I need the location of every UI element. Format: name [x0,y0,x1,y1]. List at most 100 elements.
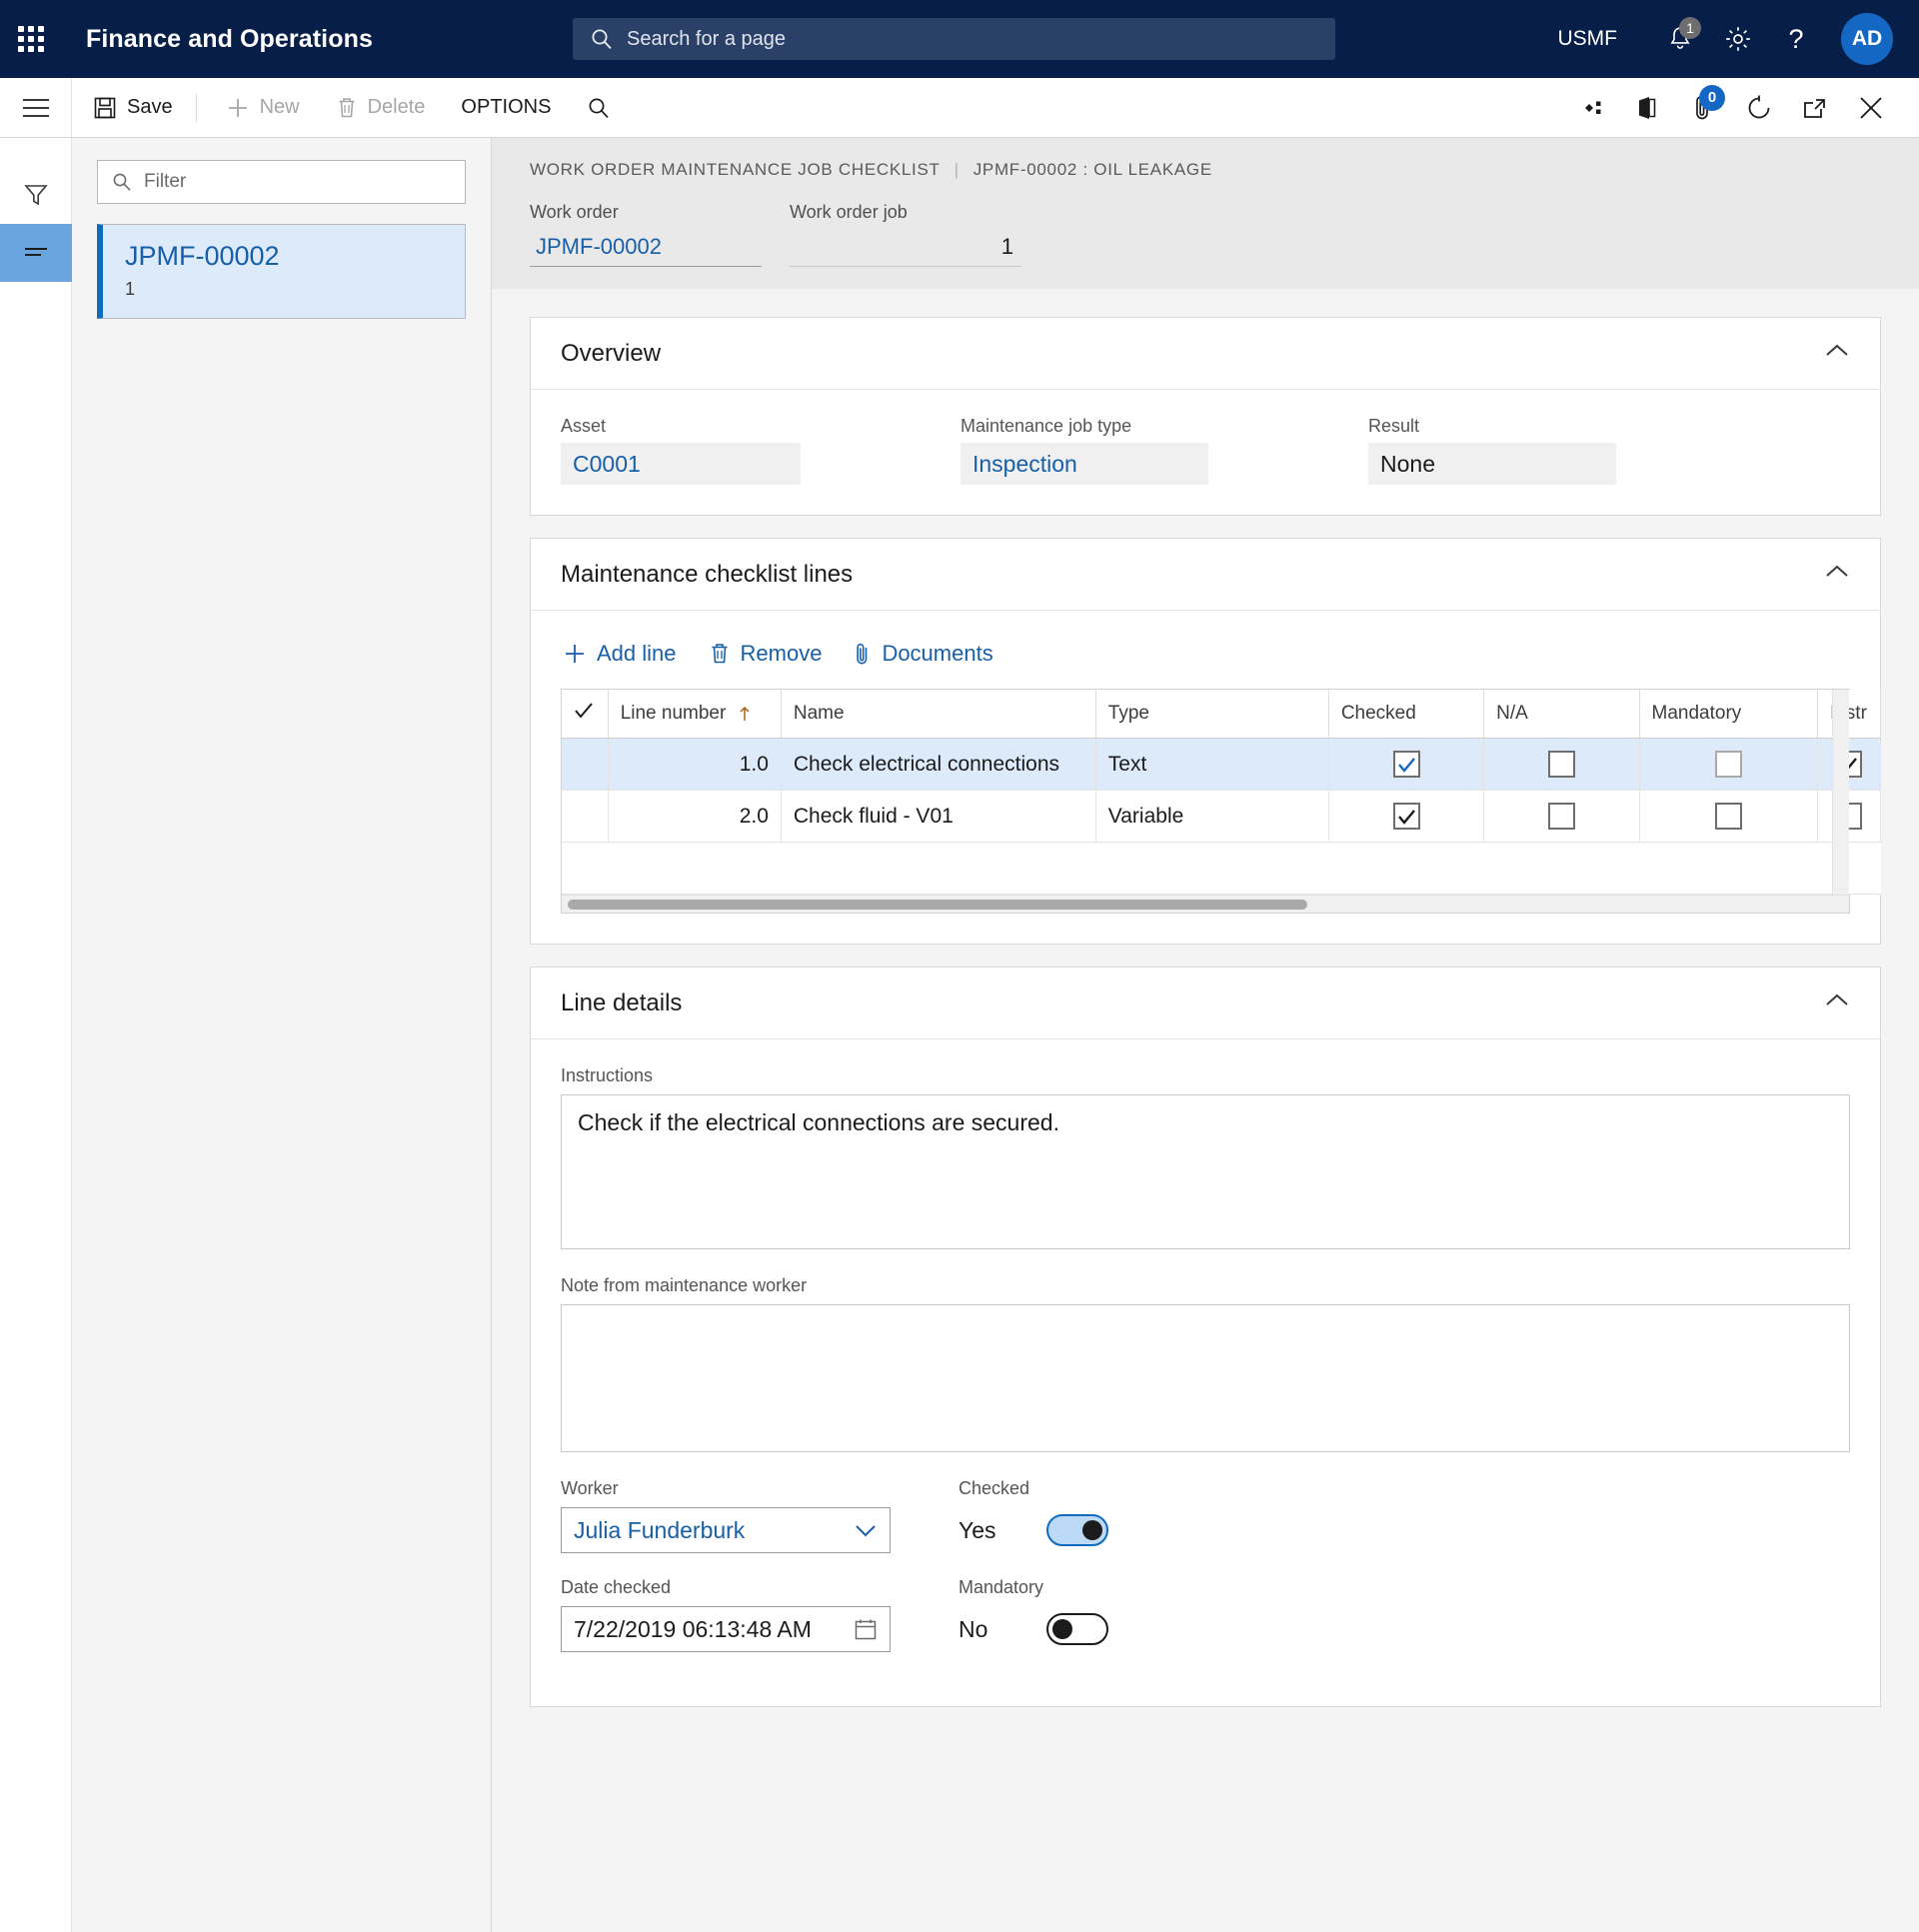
delete-button[interactable]: Delete [321,88,441,128]
cell-type[interactable]: Variable [1095,790,1329,843]
calendar-icon[interactable] [854,1617,878,1641]
column-header-mandatory[interactable]: Mandatory [1639,690,1818,739]
app-launcher-button[interactable] [0,26,62,52]
select-all-header[interactable] [562,690,609,739]
filter-input[interactable]: Filter [97,160,466,204]
add-line-label: Add line [597,641,677,666]
line-details-card-header[interactable]: Line details [531,967,1880,1039]
asset-label: Asset [561,416,607,436]
new-label: New [259,96,300,118]
instructions-textarea[interactable]: Check if the electrical connections are … [561,1094,1850,1249]
checked-checkbox[interactable] [1392,803,1420,830]
open-in-office-button[interactable] [1619,81,1675,135]
chevron-up-icon [1824,343,1850,364]
worker-dropdown[interactable]: Julia Funderburk [561,1507,891,1553]
note-textarea[interactable] [561,1304,1850,1452]
cell-mandatory[interactable] [1639,738,1818,791]
column-header-na[interactable]: N/A [1483,690,1640,739]
search-icon [113,173,131,191]
grid-horizontal-scrollbar[interactable] [562,895,1849,913]
cell-line-number[interactable]: 2.0 [608,790,782,843]
filter-pane-button[interactable] [0,166,72,224]
company-selector[interactable]: USMF [1558,27,1618,51]
mandatory-checkbox[interactable] [1714,751,1742,778]
open-in-new-window-button[interactable] [1787,81,1843,135]
checked-checkbox[interactable] [1392,751,1420,778]
overview-card-header[interactable]: Overview [531,318,1880,390]
settings-button[interactable] [1709,11,1767,67]
attachments-button[interactable]: 0 [1675,81,1731,135]
checklist-grid: Line number Name Type Checked N/A Mandat… [561,689,1882,914]
column-header-name[interactable]: Name [781,690,1096,739]
grid-vertical-scrollbar[interactable] [1832,690,1849,895]
help-icon: ? [1788,24,1803,54]
help-button[interactable]: ? [1767,11,1825,67]
cell-mandatory[interactable] [1639,790,1818,843]
documents-button[interactable]: Documents [854,641,993,667]
checked-toggle[interactable] [1046,1514,1108,1546]
chevron-up-icon [1824,992,1850,1013]
maintenance-job-type-value[interactable]: Inspection [960,443,1208,485]
date-checked-input[interactable]: 7/22/2019 06:13:48 AM [561,1606,891,1652]
table-row[interactable]: 1.0 Check electrical connections Text [562,738,1882,791]
checked-toggle-row: Yes [959,1507,1108,1553]
column-header-checked[interactable]: Checked [1328,690,1485,739]
cell-na[interactable] [1483,790,1640,843]
trash-icon [712,644,728,664]
na-checkbox[interactable] [1547,751,1575,778]
user-avatar[interactable]: AD [1841,13,1893,65]
mandatory-toggle-row: No [959,1606,1108,1652]
list-item[interactable]: JPMF-00002 1 [97,224,466,319]
cell-line-number[interactable]: 1.0 [608,738,782,791]
navigation-pane-toggle[interactable] [0,78,72,137]
close-button[interactable] [1843,81,1899,135]
filter-placeholder: Filter [144,171,187,192]
cell-checked[interactable] [1328,790,1485,843]
line-details-card: Line details Instructions Check if the e… [530,966,1881,1707]
options-button[interactable]: OPTIONS [446,88,566,128]
cell-na[interactable] [1483,738,1640,791]
mandatory-toggle-field: Mandatory No [959,1577,1108,1652]
maintenance-job-type-label: Maintenance job type [960,416,1132,436]
add-line-button[interactable]: Add line [563,641,677,667]
refresh-button[interactable] [1731,81,1787,135]
line-details-title: Line details [561,988,683,1016]
checklist-table-header: Line number Name Type Checked N/A Mandat… [562,690,1882,739]
work-order-job-input[interactable]: 1 [790,227,1021,267]
cell-type[interactable]: Text [1095,738,1329,791]
cell-name[interactable]: Check fluid - V01 [781,790,1096,843]
relate-icon [1585,101,1601,114]
breadcrumb: WORK ORDER MAINTENANCE JOB CHECKLIST | J… [530,160,1881,180]
page-search-box[interactable]: Search for a page [573,18,1335,60]
refresh-icon [1748,95,1770,118]
line-details-bottom-fields: Worker Julia Funderburk Date checked 7/2… [561,1478,1850,1676]
worker-value: Julia Funderburk [574,1516,746,1543]
new-button[interactable]: New [211,88,315,128]
column-header-type[interactable]: Type [1095,690,1329,739]
result-value[interactable]: None [1368,443,1616,485]
cell-name[interactable]: Check electrical connections [781,738,1096,791]
mandatory-checkbox[interactable] [1714,803,1742,830]
mandatory-toggle[interactable] [1046,1613,1108,1645]
notifications-button[interactable]: 1 [1651,11,1709,67]
page-header: WORK ORDER MAINTENANCE JOB CHECKLIST | J… [492,138,1919,289]
work-order-input[interactable]: JPMF-00002 [530,227,762,267]
column-header-line-number[interactable]: Line number [608,690,782,739]
remove-line-button[interactable]: Remove [709,641,822,667]
scrollbar-thumb[interactable] [568,900,1307,910]
list-pane-button[interactable] [0,224,72,282]
save-button[interactable]: Save [78,88,188,128]
cell-checked[interactable] [1328,738,1485,791]
breadcrumb-separator: | [954,160,960,179]
note-field: Note from maintenance worker [561,1275,1850,1452]
row-select-cell[interactable] [562,790,609,843]
asset-value[interactable]: C0001 [561,443,801,485]
na-checkbox[interactable] [1547,803,1575,830]
checklist-card-header[interactable]: Maintenance checklist lines [531,539,1880,611]
row-select-cell[interactable] [562,738,609,791]
instructions-label: Instructions [561,1065,654,1085]
grid-toolbar: Add line Remove Documents [561,637,1850,689]
related-information-button[interactable] [1563,81,1619,135]
table-row[interactable]: 2.0 Check fluid - V01 Variable [562,790,1882,843]
command-search-button[interactable] [572,88,626,128]
